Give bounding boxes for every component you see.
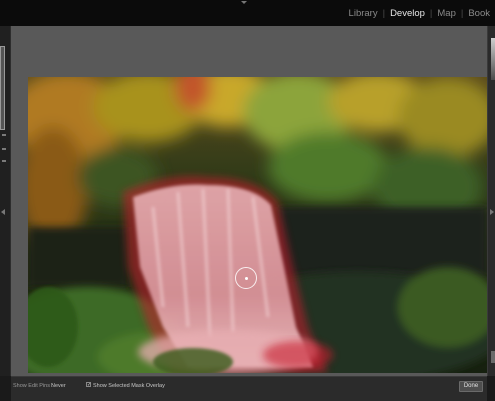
navigator-thumbnail[interactable] <box>0 46 5 130</box>
mask-overlay-label[interactable]: Show Selected Mask Overlay <box>93 383 165 389</box>
expand-right-panel-icon[interactable] <box>490 209 494 215</box>
photo-canvas[interactable] <box>28 77 487 373</box>
module-picker: Library | Develop | Map | Book <box>344 5 495 21</box>
module-develop[interactable]: Develop <box>385 8 430 19</box>
image-workspace <box>11 26 487 376</box>
module-book[interactable]: Book <box>463 8 495 19</box>
collapse-top-panel-icon[interactable] <box>241 1 247 4</box>
panel-tick <box>2 160 6 162</box>
right-panel-collapsed <box>487 26 495 376</box>
module-library[interactable]: Library <box>344 8 383 19</box>
show-edit-pins-select[interactable]: Never <box>51 383 66 389</box>
module-picker-bar: Library | Develop | Map | Book <box>0 0 495 26</box>
done-button[interactable]: Done <box>459 381 483 392</box>
expand-left-panel-icon[interactable] <box>1 209 5 215</box>
bottom-toolbar: Show Edit Pins : Never ✓ Show Selected M… <box>11 376 487 401</box>
panel-tick <box>2 148 6 150</box>
module-map[interactable]: Map <box>432 8 460 19</box>
histogram-thumbnail[interactable] <box>491 38 495 80</box>
show-edit-pins-label: Show Edit Pins : <box>13 383 54 389</box>
panel-scroll-handle[interactable] <box>491 351 495 363</box>
adjustment-pin-center <box>245 277 248 280</box>
panel-tick <box>2 134 6 136</box>
mask-overlay-checkbox[interactable]: ✓ <box>86 382 91 388</box>
waterfall-photo <box>28 77 487 373</box>
adjustment-pin-icon[interactable] <box>235 267 257 289</box>
left-panel-collapsed <box>0 26 11 376</box>
